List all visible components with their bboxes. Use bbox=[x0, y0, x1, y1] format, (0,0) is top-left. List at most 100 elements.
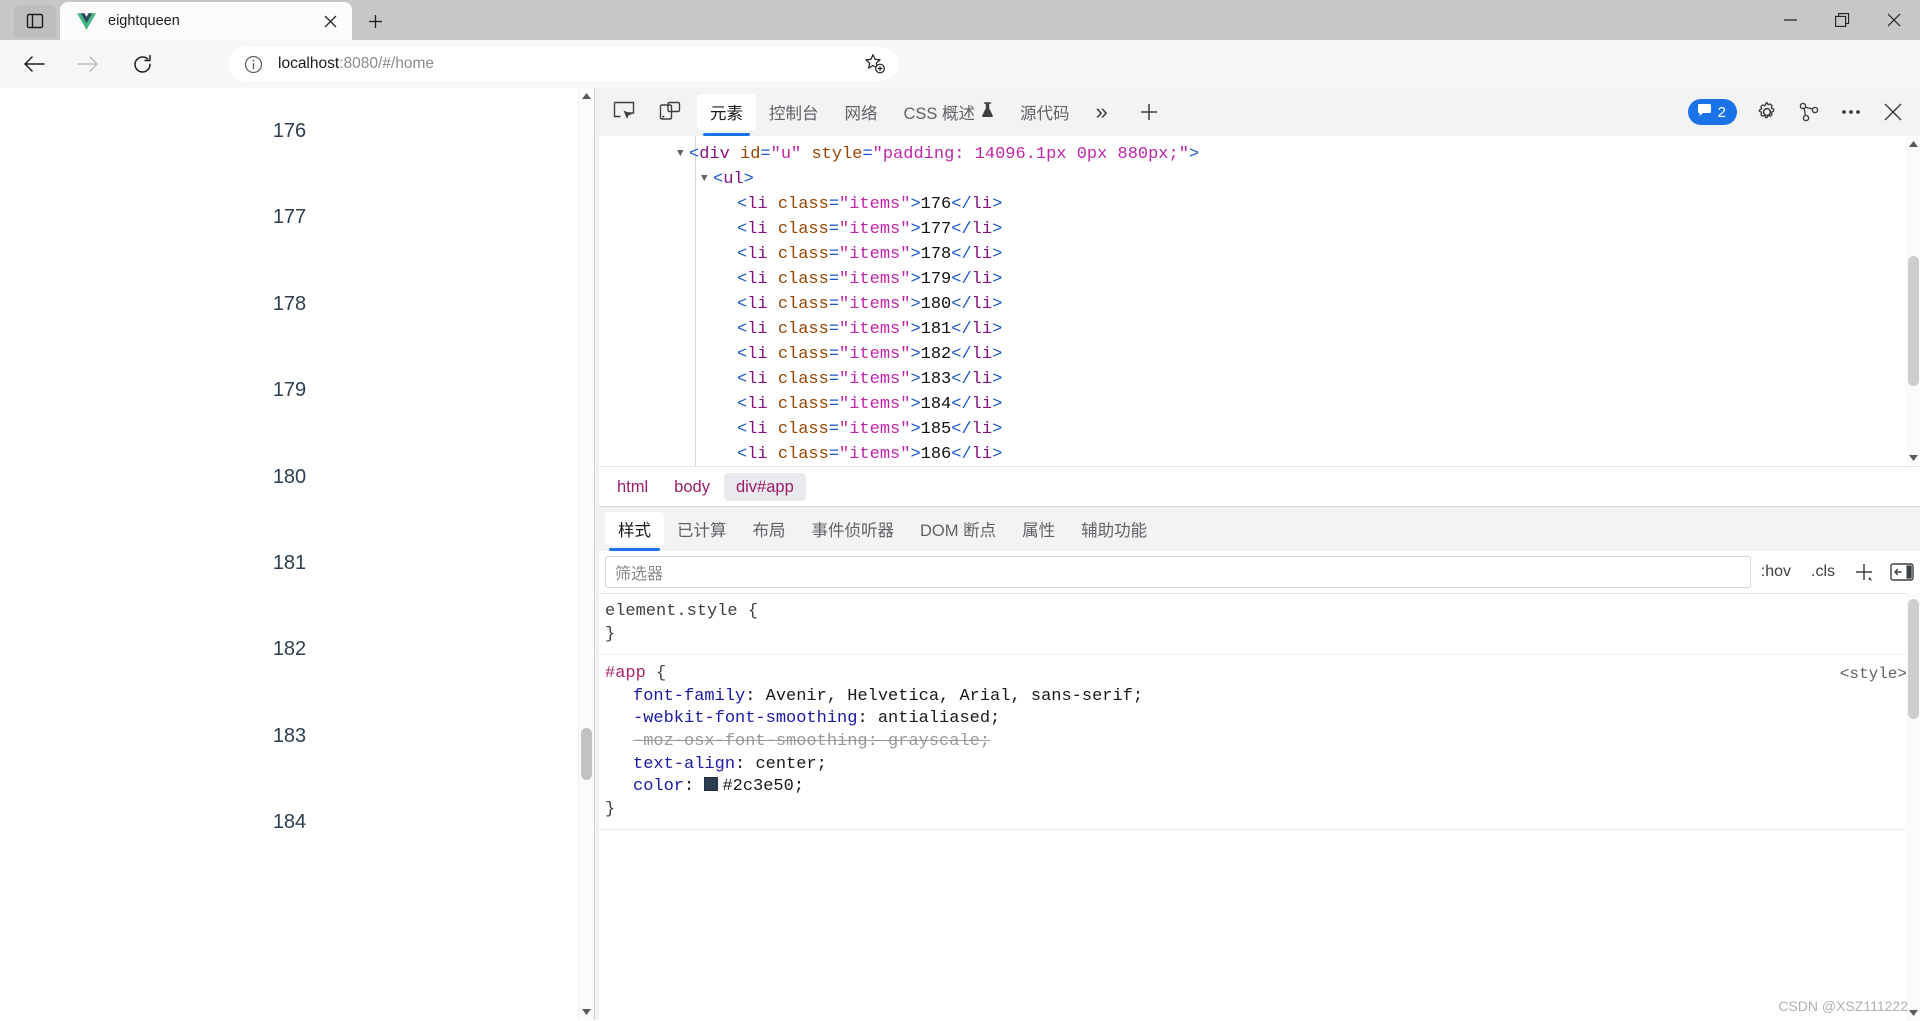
dom-node-line[interactable]: <li class="items">180</li> bbox=[599, 292, 1899, 317]
star-plus-icon[interactable] bbox=[860, 49, 890, 79]
styles-tab-list: 样式 已计算 布局 事件侦听器 DOM 断点 属性 辅助功能 bbox=[599, 507, 1920, 552]
window-close-button[interactable] bbox=[1868, 0, 1920, 40]
dom-node-line[interactable]: <li class="items">177</li> bbox=[599, 217, 1899, 242]
breadcrumb-item-body[interactable]: body bbox=[662, 473, 722, 501]
url-path: :8080/#/home bbox=[339, 55, 434, 72]
dom-node-line[interactable]: <li class="items">186</li> bbox=[599, 442, 1899, 466]
css-rule[interactable]: element.style {} bbox=[599, 593, 1920, 656]
styles-pane: 样式 已计算 布局 事件侦听器 DOM 断点 属性 辅助功能 筛选器 :hov … bbox=[599, 506, 1920, 1021]
css-declaration[interactable]: -webkit-font-smoothing: antialiased; bbox=[605, 708, 1920, 731]
new-tab-button[interactable] bbox=[360, 7, 390, 35]
dom-tree-pane[interactable]: ▼ <div id="u" style="padding: 14096.1px 0… bbox=[599, 136, 1920, 466]
tab-list-button[interactable] bbox=[14, 5, 56, 37]
info-circle-icon[interactable] bbox=[242, 53, 264, 75]
browser-tab[interactable]: eightqueen bbox=[60, 2, 352, 40]
title-bar: eightqueen bbox=[0, 0, 1920, 40]
devtools-customize-icon[interactable] bbox=[1789, 94, 1829, 130]
vue-logo-icon bbox=[76, 11, 96, 31]
dom-node-line[interactable]: <li class="items">179</li> bbox=[599, 267, 1899, 292]
inspect-element-icon[interactable] bbox=[603, 94, 645, 130]
css-declaration[interactable]: text-align: center; bbox=[605, 754, 1920, 777]
cls-toggle-button[interactable]: .cls bbox=[1801, 557, 1845, 587]
tab-properties[interactable]: 属性 bbox=[1009, 512, 1068, 546]
dock-icon[interactable] bbox=[1883, 557, 1920, 587]
tab-console[interactable]: 控制台 bbox=[756, 94, 832, 130]
dom-node-line[interactable]: <li class="items">182</li> bbox=[599, 342, 1899, 367]
css-rules-list[interactable]: element.style {} <style> #app {font-family… bbox=[599, 593, 1920, 1021]
reload-button[interactable] bbox=[124, 46, 160, 82]
tab-layout[interactable]: 布局 bbox=[740, 512, 799, 546]
devtools-more-icon[interactable] bbox=[1831, 94, 1871, 130]
tab-label: 源代码 bbox=[1020, 105, 1070, 123]
new-style-rule-button[interactable] bbox=[1845, 557, 1883, 587]
scroll-up-arrow-icon[interactable] bbox=[1906, 136, 1920, 152]
devtools-panel: 元素 控制台 网络 CSS 概述 源代码 » 2 ▼ <div id="u" s… bbox=[594, 88, 1920, 1021]
tab-computed[interactable]: 已计算 bbox=[664, 512, 740, 546]
styles-scrollbar-thumb[interactable] bbox=[1908, 599, 1919, 719]
rule-origin[interactable]: <style> bbox=[1840, 663, 1907, 686]
scroll-down-arrow-icon[interactable] bbox=[579, 1004, 594, 1020]
tab-sources[interactable]: 源代码 bbox=[1007, 94, 1083, 130]
filter-input[interactable]: 筛选器 bbox=[605, 556, 1751, 588]
dom-node-line[interactable]: <li class="items">185</li> bbox=[599, 417, 1899, 442]
tab-network[interactable]: 网络 bbox=[832, 94, 891, 130]
rule-close-brace: } bbox=[605, 799, 616, 819]
devtools-close-icon[interactable] bbox=[1873, 94, 1913, 130]
add-panel-button[interactable] bbox=[1131, 94, 1167, 130]
css-declaration[interactable]: font-family: Avenir, Helvetica, Arial, s… bbox=[605, 686, 1920, 709]
css-declaration[interactable]: color: #2c3e50; bbox=[605, 776, 1920, 799]
tab-styles[interactable]: 样式 bbox=[605, 512, 664, 551]
devtools-tab-list: 元素 控制台 网络 CSS 概述 源代码 » bbox=[697, 88, 1167, 136]
tab-css-overview[interactable]: CSS 概述 bbox=[891, 94, 1008, 130]
page-scrollbar-thumb[interactable] bbox=[581, 728, 592, 780]
chevron-double-right-icon: » bbox=[1095, 99, 1108, 124]
styles-filter-row: 筛选器 :hov .cls bbox=[599, 551, 1920, 594]
scroll-down-arrow-icon[interactable] bbox=[1906, 1005, 1920, 1021]
dom-node-line[interactable]: <li class="items">178</li> bbox=[599, 242, 1899, 267]
styles-scrollbar[interactable] bbox=[1906, 593, 1920, 1021]
tab-dom-breakpoints[interactable]: DOM 断点 bbox=[907, 512, 1009, 546]
tab-accessibility[interactable]: 辅助功能 bbox=[1068, 512, 1160, 546]
navigation-bar: localhost:8080/#/home JSON FE bbox=[0, 40, 1920, 118]
back-button[interactable] bbox=[16, 46, 52, 82]
dom-node-line[interactable]: <li class="items">176</li> bbox=[599, 192, 1899, 217]
dom-tree-code: ▼ <div id="u" style="padding: 14096.1px 0… bbox=[599, 142, 1899, 466]
dom-node-line[interactable]: <li class="items">184</li> bbox=[599, 392, 1899, 417]
address-bar[interactable]: localhost:8080/#/home bbox=[228, 47, 898, 81]
css-declaration[interactable]: -moz-osx-font-smoothing: grayscale; bbox=[605, 731, 1920, 754]
devtools-toolbar: 元素 控制台 网络 CSS 概述 源代码 » 2 bbox=[599, 88, 1920, 137]
settings-gear-icon[interactable] bbox=[1747, 94, 1787, 130]
issues-badge[interactable]: 2 bbox=[1687, 99, 1737, 125]
dom-node-line[interactable]: <li class="items">183</li> bbox=[599, 367, 1899, 392]
experiment-flask-icon bbox=[981, 101, 994, 123]
list-item: 176 bbox=[272, 120, 307, 142]
browser-window: eightqueen localhost:8080/#/home 176 177… bbox=[0, 0, 1920, 1021]
scroll-down-arrow-icon[interactable] bbox=[1906, 450, 1920, 466]
minimize-button[interactable] bbox=[1764, 0, 1816, 40]
rule-selector[interactable]: element.style { bbox=[605, 601, 1920, 624]
number-list: 176 177 178 179 180 181 182 183 184 bbox=[0, 88, 579, 866]
expand-twisty-icon[interactable]: ▼ bbox=[677, 142, 689, 167]
dom-scrollbar-thumb[interactable] bbox=[1908, 256, 1919, 386]
tab-event-listeners[interactable]: 事件侦听器 bbox=[799, 512, 908, 546]
hov-toggle-button[interactable]: :hov bbox=[1751, 557, 1801, 587]
dom-scrollbar[interactable] bbox=[1906, 136, 1920, 466]
breadcrumb-item-html[interactable]: html bbox=[605, 473, 660, 501]
device-toolbar-icon[interactable] bbox=[649, 94, 691, 130]
dom-node-line[interactable]: ▼ <ul> bbox=[599, 167, 1899, 192]
maximize-restore-button[interactable] bbox=[1816, 0, 1868, 40]
dom-node-line[interactable]: ▼ <div id="u" style="padding: 14096.1px 0… bbox=[599, 142, 1899, 167]
dom-node-line[interactable]: <li class="items">181</li> bbox=[599, 317, 1899, 342]
expand-twisty-icon[interactable]: ▼ bbox=[701, 167, 713, 192]
list-item: 183 bbox=[272, 724, 307, 747]
color-swatch[interactable] bbox=[704, 777, 719, 792]
css-rule[interactable]: <style> #app {font-family: Avenir, Helvet… bbox=[599, 655, 1920, 831]
scroll-up-arrow-icon[interactable] bbox=[579, 88, 594, 104]
rule-selector[interactable]: #app { bbox=[605, 663, 1920, 686]
list-item: 177 bbox=[272, 206, 307, 229]
breadcrumb-item-div-app[interactable]: div#app bbox=[723, 473, 806, 501]
page-scrollbar[interactable] bbox=[578, 88, 594, 1020]
tab-elements[interactable]: 元素 bbox=[697, 94, 756, 136]
close-icon[interactable] bbox=[316, 7, 344, 35]
more-tabs-button[interactable]: » bbox=[1083, 94, 1121, 130]
